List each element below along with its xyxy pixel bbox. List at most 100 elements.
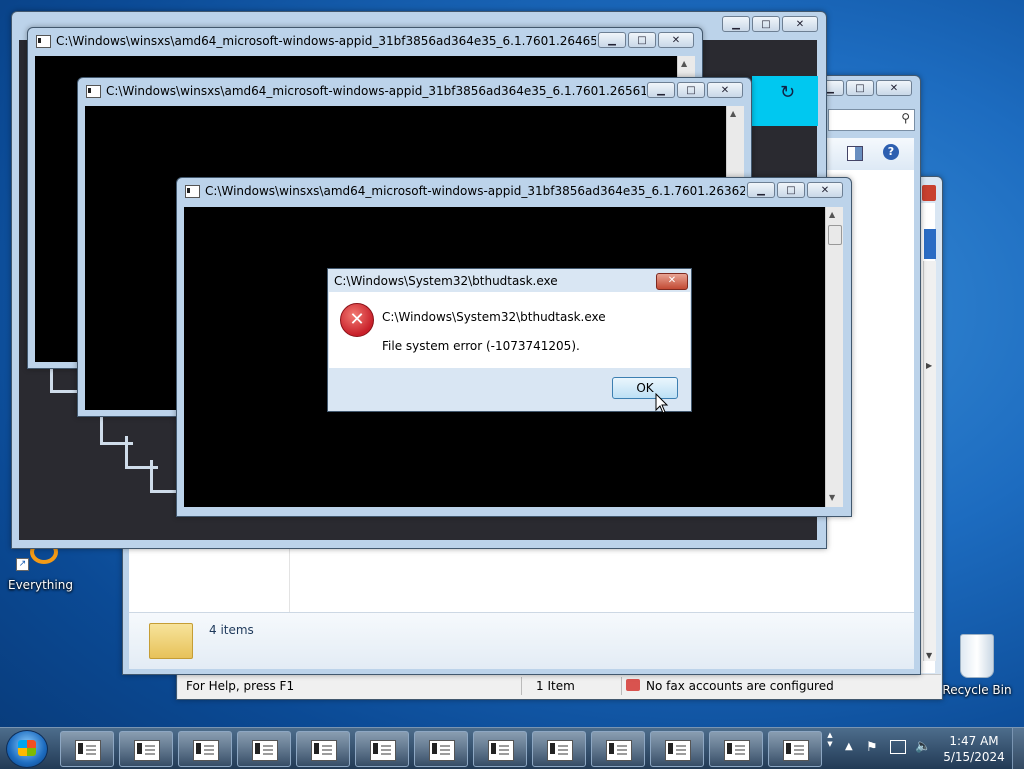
dialog-title: C:\Windows\System32\bthudtask.exe	[334, 274, 558, 288]
maximize-button[interactable]: □	[777, 182, 805, 198]
fax-blue-strip	[924, 229, 936, 259]
error-message-text: File system error (-1073741205).	[382, 339, 580, 353]
close-button[interactable]: ✕	[807, 182, 843, 198]
error-dialog[interactable]: C:\Windows\System32\bthudtask.exe ✕ ✕ C:…	[327, 268, 692, 412]
desktop-icon-label: Everything	[8, 578, 73, 592]
recycle-bin-icon	[960, 634, 994, 678]
taskbar-item-cmd[interactable]	[473, 731, 527, 767]
taskbar-item-cmd[interactable]	[355, 731, 409, 767]
item-count-text: 4 items	[209, 623, 254, 637]
tray-date[interactable]: 5/15/2024	[942, 750, 1006, 764]
maximize-button[interactable]: □	[677, 82, 705, 98]
cmd-window-icon	[665, 740, 691, 761]
preview-pane-icon[interactable]	[847, 146, 863, 161]
taskbar-item-cmd[interactable]	[178, 731, 232, 767]
window-title: C:\Windows\winsxs\amd64_microsoft-window…	[205, 184, 745, 198]
dialog-body: ✕ C:\Windows\System32\bthudtask.exe File…	[329, 292, 690, 368]
fax-right-scrollbar[interactable]: ▶ ▼	[923, 261, 936, 661]
show-desktop-button[interactable]	[1012, 728, 1024, 769]
desktop-icon-label: Recycle Bin	[942, 683, 1012, 697]
maximize-button[interactable]: □	[846, 80, 874, 96]
scroll-up-arrow-icon[interactable]: ▲	[681, 59, 687, 68]
start-button[interactable]	[6, 730, 48, 768]
taskbar-item-cmd[interactable]	[296, 731, 350, 767]
fax-statusbar: For Help, press F1 1 Item No fax account…	[178, 674, 941, 699]
cmd-icon	[36, 35, 51, 48]
cmd-icon	[86, 85, 101, 98]
status-divider	[621, 677, 622, 695]
status-fax-text: No fax accounts are configured	[646, 679, 834, 693]
cmd-window-icon	[783, 740, 809, 761]
taskbar-item-cmd[interactable]	[119, 731, 173, 767]
taskbar-item-cmd[interactable]	[414, 731, 468, 767]
tray-time[interactable]: 1:47 AM	[946, 734, 1002, 748]
close-button[interactable]: ✕	[876, 80, 912, 96]
window-title: C:\Windows\winsxs\amd64_microsoft-window…	[106, 84, 646, 98]
minimize-button[interactable]: ▁	[722, 16, 750, 32]
minimize-button[interactable]: ▁	[598, 32, 626, 48]
cmd-window-1-controls: ▁ □ ✕	[722, 16, 818, 32]
error-path-text: C:\Windows\System32\bthudtask.exe	[382, 310, 606, 324]
explorer-search-box[interactable]: ⚲	[828, 109, 915, 131]
taskbar-item-cmd[interactable]	[60, 731, 114, 767]
search-icon[interactable]: ⚲	[901, 111, 910, 125]
network-icon[interactable]	[890, 740, 906, 754]
taskbar-scroll-button[interactable]: ▲ ▼	[824, 731, 836, 767]
minimize-button[interactable]: ▁	[747, 182, 775, 198]
cmd-window-icon	[252, 740, 278, 761]
mouse-cursor-icon	[655, 393, 669, 414]
desktop-icon-recycle-bin[interactable]: Recycle Bin	[942, 630, 1012, 700]
cmd-window-icon	[370, 740, 396, 761]
status-item-count: 1 Item	[536, 679, 575, 693]
cmd-window-icon	[429, 740, 455, 761]
cmd-window-icon	[193, 740, 219, 761]
close-button[interactable]: ✕	[782, 16, 818, 32]
maximize-button[interactable]: □	[752, 16, 780, 32]
close-button[interactable]: ✕	[658, 32, 694, 48]
taskbar: ▲ ▼ ▲ ⚑ 🔈 1:47 AM 5/15/2024	[0, 727, 1024, 769]
explorer-details-pane: 4 items	[129, 612, 914, 669]
cmd-window-icon	[311, 740, 337, 761]
cmd-window-icon	[488, 740, 514, 761]
scroll-right-arrow-icon[interactable]: ▶	[926, 361, 932, 370]
dialog-close-button[interactable]: ✕	[656, 273, 688, 290]
scroll-down-arrow-icon[interactable]: ▼	[829, 493, 835, 502]
taskbar-item-cmd[interactable]	[709, 731, 763, 767]
console-scrollbar[interactable]: ▲ ▼	[825, 207, 843, 507]
fax-close-button[interactable]	[922, 185, 936, 201]
window-title: C:\Windows\winsxs\amd64_microsoft-window…	[56, 34, 596, 48]
taskbar-item-cmd[interactable]	[591, 731, 645, 767]
taskbar-item-cmd[interactable]	[532, 731, 586, 767]
close-button[interactable]: ✕	[707, 82, 743, 98]
scroll-thumb[interactable]	[828, 225, 842, 245]
cmd-window-icon	[724, 740, 750, 761]
volume-muted-icon[interactable]: 🔈	[915, 739, 931, 754]
cmd-window-icon	[134, 740, 160, 761]
help-icon[interactable]: ?	[883, 144, 899, 160]
taskbar-item-cmd[interactable]	[768, 731, 822, 767]
scroll-down-arrow-icon[interactable]: ▼	[926, 651, 932, 660]
action-center-flag-icon[interactable]: ⚑	[866, 740, 878, 755]
cmd-window-icon	[547, 740, 573, 761]
taskbar-item-cmd[interactable]	[237, 731, 291, 767]
refresh-icon[interactable]: ↻	[780, 82, 795, 103]
maximize-button[interactable]: □	[628, 32, 656, 48]
taskbar-item-cmd[interactable]	[650, 731, 704, 767]
scroll-up-arrow-icon[interactable]: ▲	[730, 109, 736, 118]
cmd-window-icon	[606, 740, 632, 761]
status-help-text: For Help, press F1	[186, 679, 295, 693]
cmd-window-3-controls: ▁ □ ✕	[647, 82, 743, 98]
cmd-icon	[185, 185, 200, 198]
scroll-up-arrow-icon[interactable]: ▲	[829, 210, 835, 219]
status-divider	[521, 677, 522, 695]
minimize-button[interactable]: ▁	[647, 82, 675, 98]
tray-expand-icon[interactable]: ▲	[845, 741, 853, 752]
folder-icon	[149, 623, 193, 659]
cmd-window-4-controls: ▁ □ ✕	[747, 182, 843, 198]
cmd-window-2-controls: ▁ □ ✕	[598, 32, 694, 48]
error-icon: ✕	[340, 303, 374, 337]
explorer-window-controls: ▁ □ ✕	[816, 80, 912, 96]
shortcut-arrow-icon: ↗	[16, 558, 29, 571]
fax-warning-icon	[626, 679, 640, 691]
windows-logo-icon	[18, 740, 36, 756]
